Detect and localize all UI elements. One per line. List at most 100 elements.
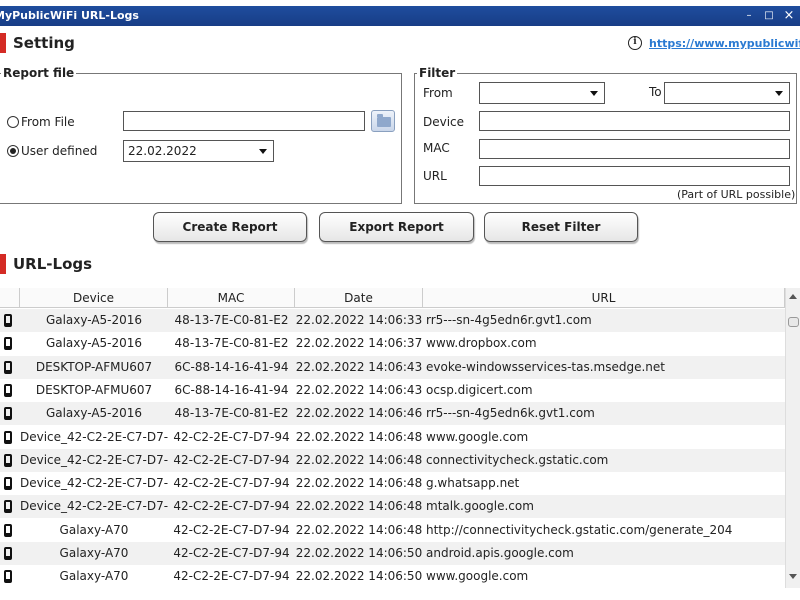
chevron-down-icon <box>775 91 783 96</box>
date-cell: 22.02.2022 14:06:33 <box>295 313 423 327</box>
chevron-down-icon <box>590 91 598 96</box>
mac-cell: 42-C2-2E-C7-D7-94 <box>173 452 290 467</box>
create-report-button[interactable]: Create Report <box>153 212 307 242</box>
table-row[interactable]: Device_42-C2-2E-C7-D7-94 42-C2-2E-C7-D7-9… <box>0 495 785 519</box>
mac-cell: 6C-88-14-16-41-94 <box>174 359 289 374</box>
date-cell: 22.02.2022 14:06:46 <box>295 406 423 421</box>
table-row[interactable]: Galaxy-A5-2016 48-13-7E-C0-81-E2 22.02.202… <box>0 332 785 355</box>
minimize-button[interactable]: – <box>740 8 758 24</box>
info-icon[interactable]: i <box>628 36 642 50</box>
date-cell: 22.02.2022 14:06:48 <box>295 522 423 537</box>
scroll-up-icon[interactable] <box>789 294 797 299</box>
close-button[interactable]: × <box>780 8 798 24</box>
chevron-down-icon <box>259 149 267 154</box>
table-row[interactable]: Device_42-C2-2E-C7-D7-94 42-C2-2E-C7-D7-9… <box>0 448 785 472</box>
device-cell: Galaxy-A5-2016 <box>45 406 143 421</box>
url-input[interactable] <box>479 166 790 186</box>
device-cell: DESKTOP-AFMU607 <box>35 359 153 374</box>
url-cell: rr5---sn-4g5edn6k.gvt1.com <box>426 406 595 421</box>
smartphone-icon <box>4 477 12 491</box>
table-row[interactable]: Galaxy-A5-2016 48-13-7E-C0-81-E2 22.02.202… <box>0 309 785 332</box>
smartphone-icon <box>4 547 12 560</box>
url-cell: www.google.com <box>426 569 529 584</box>
table-row[interactable]: Device_42-C2-2E-C7-D7-94 42-C2-2E-C7-D7-9… <box>0 472 785 495</box>
url-cell: mtalk.google.com <box>426 499 534 514</box>
column-header-url[interactable]: URL <box>423 288 785 308</box>
vertical-scrollbar[interactable] <box>785 288 800 588</box>
mac-cell: 42-C2-2E-C7-D7-94 <box>173 569 290 584</box>
mac-cell: 48-13-7E-C0-81-E2 <box>174 406 289 421</box>
folder-icon <box>377 114 391 127</box>
smartphone-icon <box>4 337 12 351</box>
from-file-input[interactable] <box>123 111 365 131</box>
device-cell: Galaxy-A70 <box>59 569 129 584</box>
url-cell: http://connectivitycheck.gstatic.com/gen… <box>426 522 733 537</box>
scroll-down-icon[interactable] <box>789 574 797 579</box>
setting-header: Setting <box>0 33 200 53</box>
date-cell: 22.02.2022 14:06:48 <box>295 476 423 491</box>
report-file-group: Report file <box>0 66 402 204</box>
filter-legend: Filter <box>419 66 456 80</box>
url-label: URL <box>423 169 447 183</box>
device-cell: Device_42-C2-2E-C7-D7-94 <box>20 476 168 491</box>
mac-cell: 6C-88-14-16-41-94 <box>174 382 289 397</box>
setting-title: Setting <box>13 34 75 52</box>
date-cell: 22.02.2022 14:06:50 <box>295 569 423 584</box>
website-link[interactable]: https://www.mypublicwifi.com <box>649 37 800 50</box>
device-input[interactable] <box>479 111 790 131</box>
device-cell: Device_42-C2-2E-C7-D7-94 <box>20 499 168 514</box>
url-cell: g.whatsapp.net <box>426 476 520 491</box>
from-label: From <box>423 86 453 100</box>
table-row[interactable]: Galaxy-A70 42-C2-2E-C7-D7-94 22.02.2022 14… <box>0 565 785 588</box>
device-cell: Galaxy-A5-2016 <box>45 313 143 327</box>
column-header-mac[interactable]: MAC <box>168 288 295 308</box>
browse-file-button[interactable] <box>371 110 395 132</box>
table-row[interactable]: Galaxy-A70 42-C2-2E-C7-D7-94 22.02.2022 14… <box>0 519 785 542</box>
export-report-button[interactable]: Export Report <box>319 212 474 242</box>
smartphone-icon <box>4 430 12 444</box>
url-cell: android.apis.google.com <box>426 546 574 560</box>
smartphone-icon <box>4 407 12 421</box>
smartphone-icon <box>4 360 12 374</box>
to-select[interactable] <box>664 82 790 104</box>
date-cell: 22.02.2022 14:06:37 <box>295 336 423 351</box>
table-row[interactable]: Galaxy-A70 42-C2-2E-C7-D7-94 22.02.2022 14… <box>0 542 785 565</box>
table-row[interactable]: Galaxy-A5-2016 48-13-7E-C0-81-E2 22.02.202… <box>0 402 785 426</box>
device-cell: DESKTOP-AFMU607 <box>35 382 153 397</box>
to-label: To <box>649 85 662 99</box>
date-select[interactable]: 22.02.2022 <box>123 140 274 162</box>
window-title: MyPublicWiFi URL-Logs <box>0 9 139 22</box>
mac-input[interactable] <box>479 139 790 159</box>
url-cell: ocsp.digicert.com <box>426 382 533 397</box>
from-file-label: From File <box>21 115 75 129</box>
smartphone-icon <box>4 453 12 467</box>
device-cell: Galaxy-A70 <box>59 546 129 560</box>
table-row[interactable]: DESKTOP-AFMU607 6C-88-14-16-41-94 22.02.20… <box>0 355 785 379</box>
date-cell: 22.02.2022 14:06:48 <box>295 499 423 514</box>
maximize-button[interactable]: □ <box>760 8 778 24</box>
user-defined-radio[interactable] <box>7 145 19 157</box>
scroll-thumb[interactable] <box>788 317 799 327</box>
user-defined-label: User defined <box>21 144 98 158</box>
mac-label: MAC <box>423 141 450 155</box>
mac-cell: 42-C2-2E-C7-D7-94 <box>173 476 290 491</box>
column-header-device[interactable]: Device <box>20 288 168 308</box>
from-file-radio[interactable] <box>7 116 19 128</box>
url-cell: rr5---sn-4g5edn6r.gvt1.com <box>426 313 592 327</box>
reset-filter-button[interactable]: Reset Filter <box>484 212 638 242</box>
smartphone-icon <box>4 383 12 397</box>
title-bar: MyPublicWiFi URL-Logs – □ × <box>0 6 800 26</box>
table-row[interactable]: Device_42-C2-2E-C7-D7-94 42-C2-2E-C7-D7-9… <box>0 426 785 449</box>
date-select-value: 22.02.2022 <box>128 144 197 158</box>
report-file-legend: Report file <box>3 66 75 80</box>
table-row[interactable]: DESKTOP-AFMU607 6C-88-14-16-41-94 22.02.20… <box>0 379 785 402</box>
smartphone-icon <box>4 570 12 584</box>
url-log-table: Device MAC Date URL Galaxy-A5-2016 48-13-… <box>0 288 800 588</box>
device-cell: Device_42-C2-2E-C7-D7-94 <box>20 452 168 467</box>
url-cell: www.dropbox.com <box>426 336 537 351</box>
accent-bar <box>0 254 6 274</box>
column-header-icon <box>0 288 20 308</box>
mac-cell: 42-C2-2E-C7-D7-94 <box>173 522 290 537</box>
column-header-date[interactable]: Date <box>295 288 423 308</box>
from-select[interactable] <box>479 82 605 104</box>
